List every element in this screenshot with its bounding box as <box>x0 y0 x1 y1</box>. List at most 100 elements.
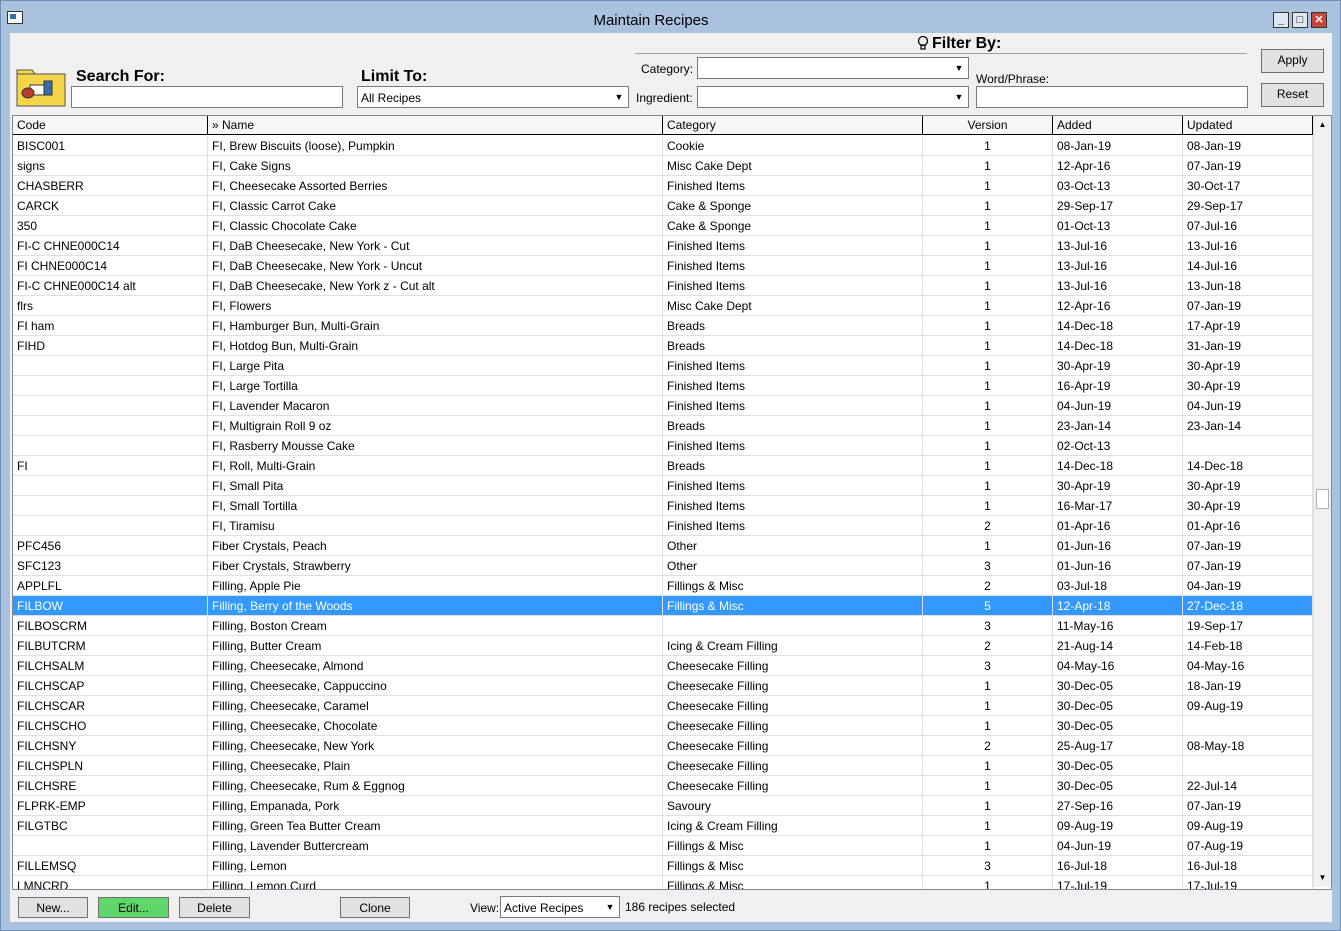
cell-name: FI, Large Tortilla <box>208 376 663 395</box>
maximize-button[interactable]: □ <box>1292 12 1308 28</box>
cell-code <box>13 516 208 535</box>
table-row[interactable]: APPLFL Filling, Apple Pie Fillings & Misc 2… <box>13 576 1313 596</box>
cell-category: Finished Items <box>663 376 923 395</box>
column-header-updated[interactable]: Updated <box>1183 116 1313 135</box>
ingredient-select[interactable]: ▼ <box>697 86 969 108</box>
cell-name: Filling, Boston Cream <box>208 616 663 635</box>
cell-updated: 13-Jun-18 <box>1183 276 1313 295</box>
table-row[interactable]: FILCHSCAP Filling, Cheesecake, Cappuccino… <box>13 676 1313 696</box>
table-row[interactable]: FI-C CHNE000C14 alt FI, DaB Cheesecake, N… <box>13 276 1313 296</box>
cell-added: 09-Aug-19 <box>1053 816 1183 835</box>
cell-version: 1 <box>923 876 1053 889</box>
table-row[interactable]: FI, Small Pita Finished Items 1 30-Apr-19 30… <box>13 476 1313 496</box>
table-row[interactable]: LMNCRD Filling, Lemon Curd Fillings & Misc… <box>13 876 1313 889</box>
table-row[interactable]: FI, Tiramisu Finished Items 2 01-Apr-16 01-A… <box>13 516 1313 536</box>
table-row[interactable]: FILCHSRE Filling, Cheesecake, Rum & Eggno… <box>13 776 1313 796</box>
column-header-code[interactable]: Code <box>13 116 208 135</box>
table-row[interactable]: FI, Small Tortilla Finished Items 1 16-Mar-… <box>13 496 1313 516</box>
scrollbar-thumb[interactable] <box>1316 489 1329 509</box>
column-header-category[interactable]: Category <box>663 116 923 135</box>
table-row[interactable]: PFC456 Fiber Crystals, Peach Other 1 01-Jun-… <box>13 536 1313 556</box>
table-row[interactable]: FI, Lavender Macaron Finished Items 1 04-Ju… <box>13 396 1313 416</box>
ingredient-label: Ingredient: <box>636 91 693 105</box>
table-row[interactable]: CHASBERR FI, Cheesecake Assorted Berries F… <box>13 176 1313 196</box>
cell-version: 1 <box>923 256 1053 275</box>
cell-updated: 07-Jan-19 <box>1183 796 1313 815</box>
cell-name: FI, Classic Carrot Cake <box>208 196 663 215</box>
table-row[interactable]: FLPRK-EMP Filling, Empanada, Pork Savoury 1… <box>13 796 1313 816</box>
table-row[interactable]: FILCHSCHO Filling, Cheesecake, Chocolate C… <box>13 716 1313 736</box>
cell-added: 30-Dec-05 <box>1053 696 1183 715</box>
cell-updated: 07-Jul-16 <box>1183 216 1313 235</box>
table-row[interactable]: BISC001 FI, Brew Biscuits (loose), Pumpki… <box>13 136 1313 156</box>
table-row[interactable]: FI, Rasberry Mousse Cake Finished Items 1 0… <box>13 436 1313 456</box>
table-row[interactable]: 350 FI, Classic Chocolate Cake Cake & Spon… <box>13 216 1313 236</box>
table-row[interactable]: FILBUTCRM Filling, Butter Cream Icing & Cr… <box>13 636 1313 656</box>
apply-button[interactable]: Apply <box>1261 49 1324 73</box>
cell-updated: 30-Apr-19 <box>1183 496 1313 515</box>
delete-button[interactable]: Delete <box>179 897 250 918</box>
limit-select[interactable]: All Recipes ▼ <box>357 86 629 108</box>
cell-added: 04-Jun-19 <box>1053 396 1183 415</box>
cell-category: Finished Items <box>663 436 923 455</box>
new-button[interactable]: New... <box>18 897 88 918</box>
table-row[interactable]: FILBOW Filling, Berry of the Woods Filling… <box>13 596 1313 616</box>
view-select[interactable]: Active Recipes ▼ <box>500 896 620 918</box>
table-row[interactable]: FILGTBC Filling, Green Tea Butter Cream Ic… <box>13 816 1313 836</box>
cell-name: FI, Hotdog Bun, Multi-Grain <box>208 336 663 355</box>
scroll-up-arrow-icon[interactable]: ▲ <box>1315 117 1330 133</box>
cell-name: FI, DaB Cheesecake, New York z - Cut alt <box>208 276 663 295</box>
table-row[interactable]: FI-C CHNE000C14 FI, DaB Cheesecake, New Y… <box>13 236 1313 256</box>
category-select[interactable]: ▼ <box>697 57 969 79</box>
table-row[interactable]: FI ham FI, Hamburger Bun, Multi-Grain Brea… <box>13 316 1313 336</box>
table-row[interactable]: FI CHNE000C14 FI, DaB Cheesecake, New Yor… <box>13 256 1313 276</box>
window-title: Maintain Recipes <box>593 12 709 29</box>
table-row[interactable]: FILLEMSQ Filling, Lemon Fillings & Misc 3 16… <box>13 856 1313 876</box>
table-row[interactable]: FI FI, Roll, Multi-Grain Breads 1 14-Dec-18 1… <box>13 456 1313 476</box>
cell-category: Cheesecake Filling <box>663 676 923 695</box>
cell-name: Filling, Apple Pie <box>208 576 663 595</box>
edit-button[interactable]: Edit... <box>98 897 169 918</box>
vertical-scrollbar[interactable]: ▲ ▼ <box>1313 116 1331 887</box>
table-row[interactable]: FIHD FI, Hotdog Bun, Multi-Grain Breads 1 14… <box>13 336 1313 356</box>
clone-button[interactable]: Clone <box>340 897 410 918</box>
reset-button[interactable]: Reset <box>1261 83 1324 107</box>
table-row[interactable]: FILCHSCAR Filling, Cheesecake, Caramel Che… <box>13 696 1313 716</box>
view-select-value: Active Recipes <box>504 901 584 915</box>
cell-updated: 31-Jan-19 <box>1183 336 1313 355</box>
word-phrase-input[interactable] <box>976 86 1248 108</box>
table-row[interactable]: FILCHSNY Filling, Cheesecake, New York Che… <box>13 736 1313 756</box>
table-row[interactable]: flrs FI, Flowers Misc Cake Dept 1 12-Apr-16 0… <box>13 296 1313 316</box>
cell-category: Icing & Cream Filling <box>663 636 923 655</box>
table-row[interactable]: FI, Multigrain Roll 9 oz Breads 1 23-Jan-14… <box>13 416 1313 436</box>
table-row[interactable]: CARCK FI, Classic Carrot Cake Cake & Spong… <box>13 196 1313 216</box>
cell-category: Cheesecake Filling <box>663 776 923 795</box>
table-row[interactable]: Filling, Lavender Buttercream Fillings & … <box>13 836 1313 856</box>
cell-added: 04-May-16 <box>1053 656 1183 675</box>
cell-name: Filling, Cheesecake, Chocolate <box>208 716 663 735</box>
table-row[interactable]: FILCHSALM Filling, Cheesecake, Almond Chee… <box>13 656 1313 676</box>
cell-updated: 22-Jul-14 <box>1183 776 1313 795</box>
chevron-down-icon: ▼ <box>614 92 624 102</box>
cell-code: FILCHSRE <box>13 776 208 795</box>
column-header-name[interactable]: » Name <box>208 116 663 135</box>
title-bar[interactable]: Maintain Recipes _ □ ✕ <box>1 1 1340 33</box>
scroll-down-arrow-icon[interactable]: ▼ <box>1315 870 1330 886</box>
cell-version: 1 <box>923 176 1053 195</box>
table-row[interactable]: FI, Large Tortilla Finished Items 1 16-Apr-… <box>13 376 1313 396</box>
cell-updated: 27-Dec-18 <box>1183 596 1313 615</box>
recipes-grid[interactable]: Code» Name Category Version Added Updated BI… <box>12 115 1332 890</box>
table-row[interactable]: FILCHSPLN Filling, Cheesecake, Plain Chees… <box>13 756 1313 776</box>
column-header-version[interactable]: Version <box>923 116 1053 135</box>
cell-name: Filling, Cheesecake, New York <box>208 736 663 755</box>
close-button[interactable]: ✕ <box>1311 12 1327 28</box>
cell-version: 1 <box>923 436 1053 455</box>
table-row[interactable]: FILBOSCRM Filling, Boston Cream 3 11-May-16… <box>13 616 1313 636</box>
table-row[interactable]: FI, Large Pita Finished Items 1 30-Apr-19 30… <box>13 356 1313 376</box>
table-row[interactable]: SFC123 Fiber Crystals, Strawberry Other 3 01… <box>13 556 1313 576</box>
table-row[interactable]: signs FI, Cake Signs Misc Cake Dept 1 12-Apr… <box>13 156 1313 176</box>
minimize-button[interactable]: _ <box>1273 12 1289 28</box>
column-header-added[interactable]: Added <box>1053 116 1183 135</box>
cell-added: 16-Jul-18 <box>1053 856 1183 875</box>
search-input[interactable] <box>71 86 343 108</box>
